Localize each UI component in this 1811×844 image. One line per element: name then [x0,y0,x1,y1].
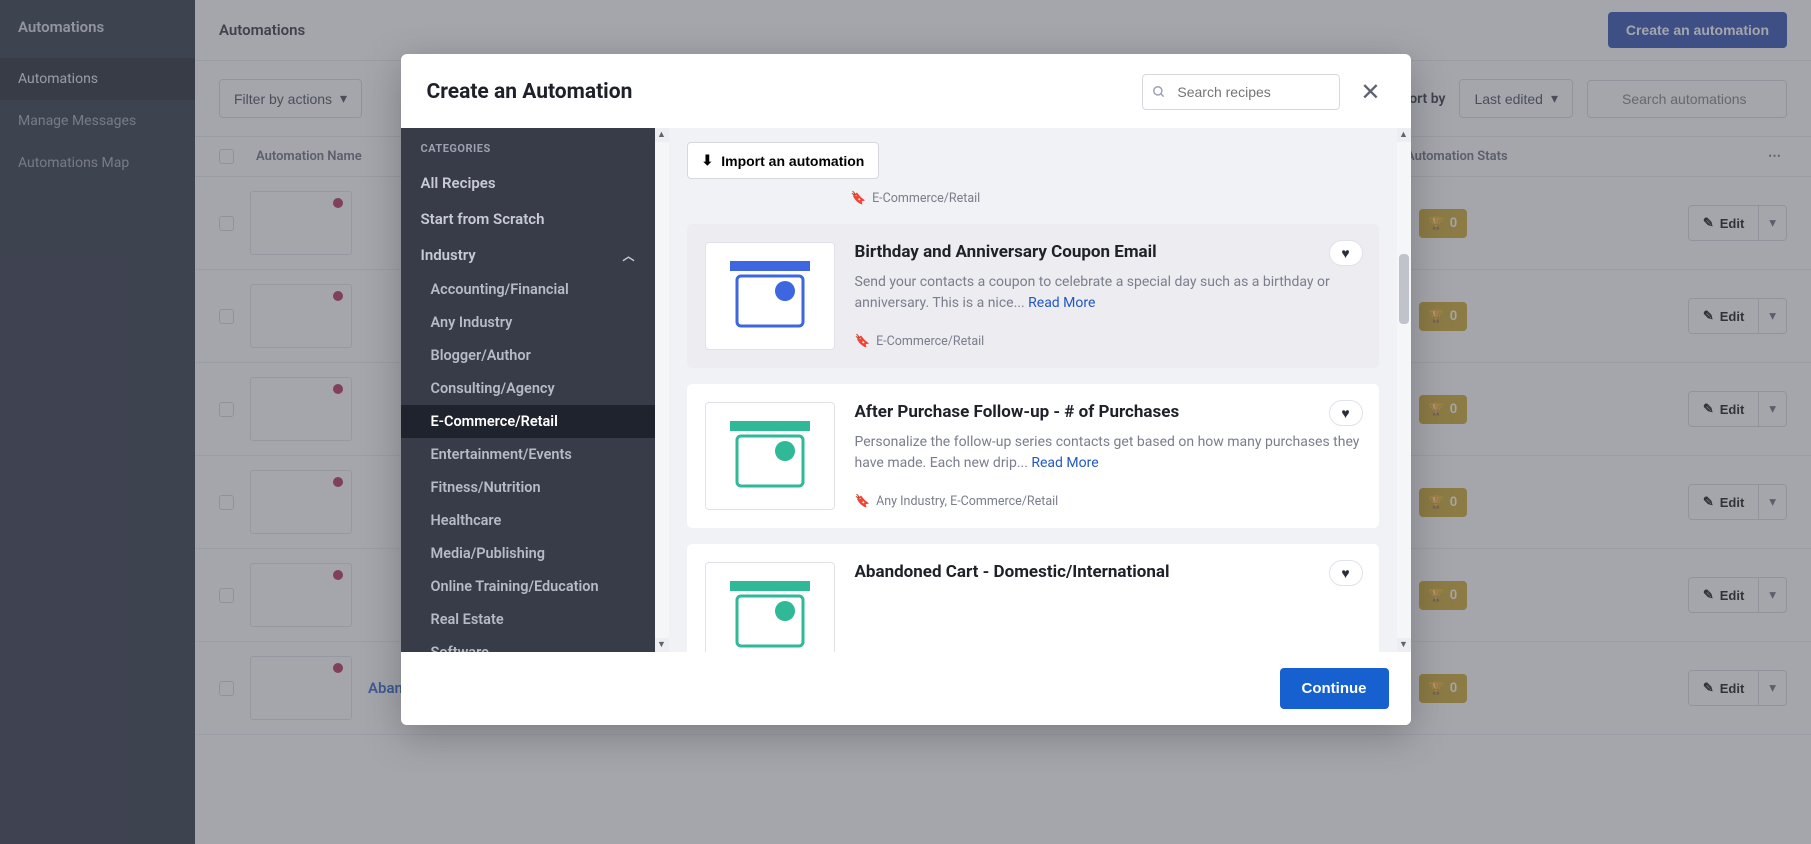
recipe-thumbnail [705,402,835,510]
recipe-title: Abandoned Cart - Domestic/International [855,562,1361,582]
scroll-down-button[interactable]: ▼ [1397,638,1411,652]
industry-real-estate[interactable]: Real Estate [401,603,655,636]
read-more-link[interactable]: Read More [1031,455,1098,471]
modal-header: Create an Automation ✕ [401,54,1411,128]
import-automation-button[interactable]: ⬇ Import an automation [687,142,880,179]
heart-icon: ♥ [1341,245,1349,262]
recipe-card[interactable]: Birthday and Anniversary Coupon Email Se… [687,224,1379,368]
recipe-description: Personalize the follow-up series contact… [855,432,1361,474]
tag-text: E-Commerce/Retail [876,334,984,349]
recipe-title: After Purchase Follow-up - # of Purchase… [855,402,1361,422]
industry-media-publishing[interactable]: Media/Publishing [401,537,655,570]
search-icon [1152,85,1166,99]
scroll-track[interactable] [1397,142,1411,638]
categories-panel: CATEGORIES All RecipesStart from Scratch… [401,128,655,652]
category-industry[interactable]: Industry ︿ [401,237,655,273]
favorite-button[interactable]: ♥ [1329,240,1363,266]
industry-fitness-nutrition[interactable]: Fitness/Nutrition [401,471,655,504]
industry-consulting-agency[interactable]: Consulting/Agency [401,372,655,405]
recipe-body: After Purchase Follow-up - # of Purchase… [855,402,1361,510]
scroll-up-button[interactable]: ▲ [1397,128,1411,142]
recipe-tags: 🔖 E-Commerce/Retail [855,334,1361,349]
heart-icon: ♥ [1341,405,1349,422]
recipe-card[interactable]: After Purchase Follow-up - # of Purchase… [687,384,1379,528]
categories-scrollbar: ▲ ▼ [655,128,669,652]
recipe-card[interactable]: Abandoned Cart - Domestic/International … [687,544,1379,652]
continue-button[interactable]: Continue [1280,668,1389,709]
modal-title: Create an Automation [427,80,1127,104]
industry-any-industry[interactable]: Any Industry [401,306,655,339]
download-icon: ⬇ [702,152,714,169]
modal-body: CATEGORIES All RecipesStart from Scratch… [401,128,1411,652]
recipe-description: Send your contacts a coupon to celebrate… [855,272,1361,314]
scroll-track[interactable] [655,142,669,638]
search-recipes-input[interactable] [1142,74,1340,110]
chevron-up-icon: ︿ [622,247,634,264]
read-more-link[interactable]: Read More [1028,295,1095,311]
tag-icon: 🔖 [855,494,871,509]
industry-healthcare[interactable]: Healthcare [401,504,655,537]
recipes-scrollbar: ▲ ▼ [1397,128,1411,652]
category-start-from-scratch[interactable]: Start from Scratch [401,201,655,237]
tag-icon: 🔖 [851,191,867,206]
heart-icon: ♥ [1341,565,1349,582]
industry-entertainment-events[interactable]: Entertainment/Events [401,438,655,471]
recipe-body: Abandoned Cart - Domestic/International [855,562,1361,652]
create-automation-modal: Create an Automation ✕ CATEGORIES All Re… [401,54,1411,725]
close-modal-button[interactable]: ✕ [1356,78,1384,107]
categories-heading: CATEGORIES [401,128,655,165]
industry-e-commerce-retail[interactable]: E-Commerce/Retail [401,405,655,438]
recipe-tags: 🔖 Any Industry, E-Commerce/Retail [855,494,1361,509]
industry-blogger-author[interactable]: Blogger/Author [401,339,655,372]
recipe-body: Birthday and Anniversary Coupon Email Se… [855,242,1361,350]
favorite-button[interactable]: ♥ [1329,400,1363,426]
recipe-tag-remnant: 🔖 E-Commerce/Retail [687,191,1379,224]
modal-overlay: Create an Automation ✕ CATEGORIES All Re… [0,0,1811,844]
scroll-up-button[interactable]: ▲ [655,128,669,142]
category-label: Industry [421,246,476,264]
category-all-recipes[interactable]: All Recipes [401,165,655,201]
recipe-thumbnail [705,242,835,350]
tag-icon: 🔖 [855,334,871,349]
industry-accounting-financial[interactable]: Accounting/Financial [401,273,655,306]
scroll-thumb[interactable] [1399,254,1409,324]
import-label: Import an automation [721,153,864,169]
industry-software[interactable]: Software [401,636,655,652]
recipe-thumbnail [705,562,835,652]
favorite-button[interactable]: ♥ [1329,560,1363,586]
recipe-title: Birthday and Anniversary Coupon Email [855,242,1361,262]
tag-text: Any Industry, E-Commerce/Retail [876,494,1058,509]
modal-search-wrap [1142,74,1340,110]
scroll-down-button[interactable]: ▼ [655,638,669,652]
recipes-panel: ⬇ Import an automation 🔖 E-Commerce/Reta… [669,128,1397,652]
industry-online-training-education[interactable]: Online Training/Education [401,570,655,603]
recipes-scroll[interactable]: 🔖 E-Commerce/Retail Birthday and Anniver… [669,179,1397,652]
modal-footer: Continue [401,652,1411,725]
tag-text: E-Commerce/Retail [872,191,980,206]
